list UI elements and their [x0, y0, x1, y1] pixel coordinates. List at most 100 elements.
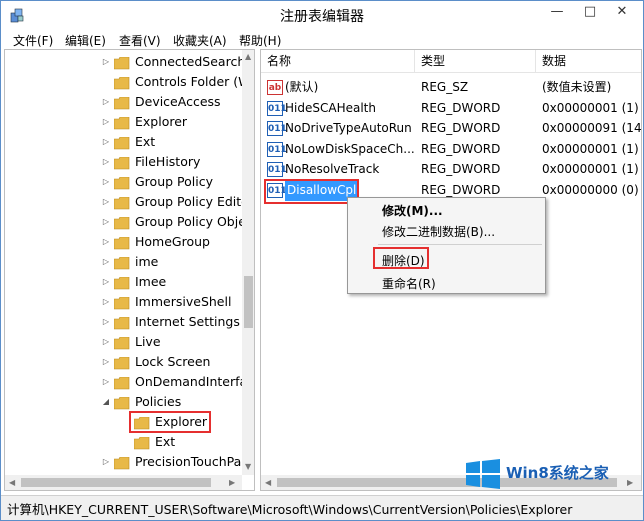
value-row[interactable]: ab (默认) REG_SZ (数值未设置) [261, 77, 641, 98]
expand-arrow-icon[interactable]: ▷ [101, 112, 111, 132]
key-tree-pane[interactable]: ▷ ConnectedSearch Controls Folder (W ▷ Devic… [4, 49, 255, 491]
expand-arrow-icon[interactable]: ▷ [101, 372, 111, 392]
expand-arrow-icon[interactable]: ▷ [101, 92, 111, 112]
ctx-separator [378, 244, 542, 245]
tree-horizontal-scrollbar[interactable]: ◀ ▶ [5, 475, 242, 490]
dword-value-icon: 011 [267, 141, 287, 157]
column-name[interactable]: 名称 [261, 50, 415, 73]
tree-item[interactable]: Controls Folder (W [5, 72, 251, 92]
expand-arrow-icon[interactable]: ◢ [101, 392, 111, 412]
ctx-rename[interactable]: 重命名(R) [382, 275, 436, 292]
value-type: REG_DWORD [421, 141, 501, 156]
scrollbar-thumb[interactable] [244, 276, 253, 328]
value-row[interactable]: 011 NoDriveTypeAutoRun REG_DWORD 0x00000091… [261, 118, 641, 139]
tree-item[interactable]: ▷ Explorer [5, 112, 241, 132]
value-name: NoLowDiskSpaceCh... [285, 141, 415, 156]
expand-arrow-icon[interactable]: ▷ [101, 192, 111, 212]
value-type: REG_DWORD [421, 100, 501, 115]
menu-help[interactable]: 帮助(H) [239, 32, 281, 49]
expand-arrow-icon[interactable]: ▷ [101, 152, 111, 172]
folder-icon [113, 116, 130, 130]
value-data: 0x00000001 (1) [542, 162, 639, 176]
close-button[interactable]: ✕ [607, 1, 637, 23]
expand-arrow-icon[interactable]: ▷ [101, 452, 111, 472]
selected-key-highlight-box [129, 411, 211, 433]
watermark-text: Win8系统之家 [506, 464, 609, 482]
tree-vertical-scrollbar[interactable]: ▲ ▼ [242, 50, 254, 475]
tree-item[interactable]: ▷ HomeGroup [5, 232, 241, 252]
tree-item[interactable]: ▷ PrecisionTouchPa [5, 452, 241, 472]
tree-item[interactable]: ▷ DeviceAccess [5, 92, 241, 112]
maximize-button[interactable]: □ [575, 1, 605, 23]
expand-arrow-icon[interactable]: ▷ [101, 132, 111, 152]
value-row[interactable]: 011 HideSCAHealth REG_DWORD 0x00000001 (1) [261, 98, 641, 119]
value-row[interactable]: 011 NoLowDiskSpaceCh... REG_DWORD 0x0000000… [261, 139, 641, 160]
value-data: 0x00000000 (0) [542, 182, 639, 197]
folder-icon [113, 176, 130, 190]
scrollbar-thumb[interactable] [21, 478, 211, 487]
tree-item[interactable]: ▷ Live [5, 332, 241, 352]
scroll-left-icon[interactable]: ◀ [265, 478, 271, 487]
folder-icon [113, 356, 130, 370]
folder-icon [113, 276, 130, 290]
expand-arrow-icon[interactable]: ▷ [101, 232, 111, 252]
tree-item[interactable]: ▷ FileHistory [5, 152, 241, 172]
menu-file[interactable]: 文件(F) [13, 32, 53, 49]
selected-value-highlight-box [264, 179, 359, 204]
tree-item[interactable]: Ext [5, 432, 241, 452]
column-type[interactable]: 类型 [415, 50, 536, 73]
menu-favorites[interactable]: 收藏夹(A) [173, 32, 227, 49]
tree-item[interactable]: ▷ Group Policy [5, 172, 241, 192]
expand-arrow-icon[interactable]: ▷ [101, 332, 111, 352]
scroll-down-icon[interactable]: ▼ [245, 462, 251, 471]
folder-icon [113, 336, 130, 350]
scroll-right-icon[interactable]: ▶ [229, 478, 235, 487]
expand-arrow-icon[interactable]: ▷ [101, 352, 111, 372]
tree-item-label: DeviceAccess [135, 94, 221, 109]
tree-item[interactable]: ▷ ConnectedSearch [5, 52, 245, 72]
expand-arrow-icon[interactable]: ▷ [101, 212, 111, 232]
context-menu: 修改(M)... 修改二进制数据(B)... 删除(D) 重命名(R) [347, 197, 546, 294]
column-data[interactable]: 数据 [536, 50, 641, 73]
expand-arrow-icon[interactable]: ▷ [101, 172, 111, 192]
folder-icon [113, 216, 130, 230]
menu-view[interactable]: 查看(V) [119, 32, 161, 49]
tree-item[interactable]: ▷ Lock Screen [5, 352, 241, 372]
tree-item[interactable]: ▷ Imee [5, 272, 241, 292]
value-data: 0x00000001 (1) [542, 141, 639, 156]
dword-value-icon: 011 [267, 162, 287, 177]
folder-icon [113, 316, 130, 330]
scroll-left-icon[interactable]: ◀ [9, 478, 15, 487]
ctx-modify-binary[interactable]: 修改二进制数据(B)... [382, 223, 495, 240]
column-header: 名称 类型 数据 [261, 50, 641, 73]
scroll-up-icon[interactable]: ▲ [245, 52, 251, 61]
tree-item[interactable]: ▷ ime [5, 252, 241, 272]
tree-item[interactable]: ▷ Ext [5, 132, 241, 152]
watermark: Win8系统之家 [460, 453, 640, 493]
menu-edit[interactable]: 编辑(E) [65, 32, 106, 49]
expand-arrow-icon[interactable]: ▷ [101, 292, 111, 312]
expand-arrow-icon[interactable]: ▷ [101, 252, 111, 272]
tree-item[interactable]: ▷ Group Policy Obje [5, 212, 246, 232]
registry-editor-window: 注册表编辑器 — □ ✕ 文件(F) 编辑(E) 查看(V) 收藏夹(A) 帮助… [0, 0, 644, 521]
expand-arrow-icon[interactable]: ▷ [101, 272, 111, 292]
value-row[interactable]: 011 NoResolveTrack REG_DWORD 0x00000001 (1) [261, 159, 641, 180]
ctx-modify[interactable]: 修改(M)... [382, 202, 443, 219]
folder-icon [113, 296, 130, 310]
tree-item-label: Internet Settings [135, 314, 240, 329]
minimize-button[interactable]: — [542, 1, 572, 23]
expand-arrow-icon[interactable]: ▷ [101, 52, 111, 72]
status-bar: 计算机\HKEY_CURRENT_USER\Software\Microsoft… [1, 495, 643, 520]
tree-item[interactable]: ▷ ImmersiveShell [5, 292, 241, 312]
tree-item[interactable]: ▷ Group Policy Edito [5, 192, 249, 212]
expand-arrow-icon[interactable]: ▷ [101, 312, 111, 332]
tree-item[interactable]: ◢ Policies [5, 392, 241, 412]
tree-item[interactable]: ▷ Internet Settings [5, 312, 241, 332]
tree-item[interactable]: ▷ OnDemandInterfa [5, 372, 247, 392]
folder-icon [113, 396, 130, 410]
tree-item-label: OnDemandInterfa [135, 374, 248, 389]
folder-icon [113, 136, 130, 150]
value-data: (数值未设置) [542, 80, 612, 94]
title-bar[interactable]: 注册表编辑器 — □ ✕ [1, 1, 643, 30]
value-name: NoResolveTrack [285, 162, 380, 176]
